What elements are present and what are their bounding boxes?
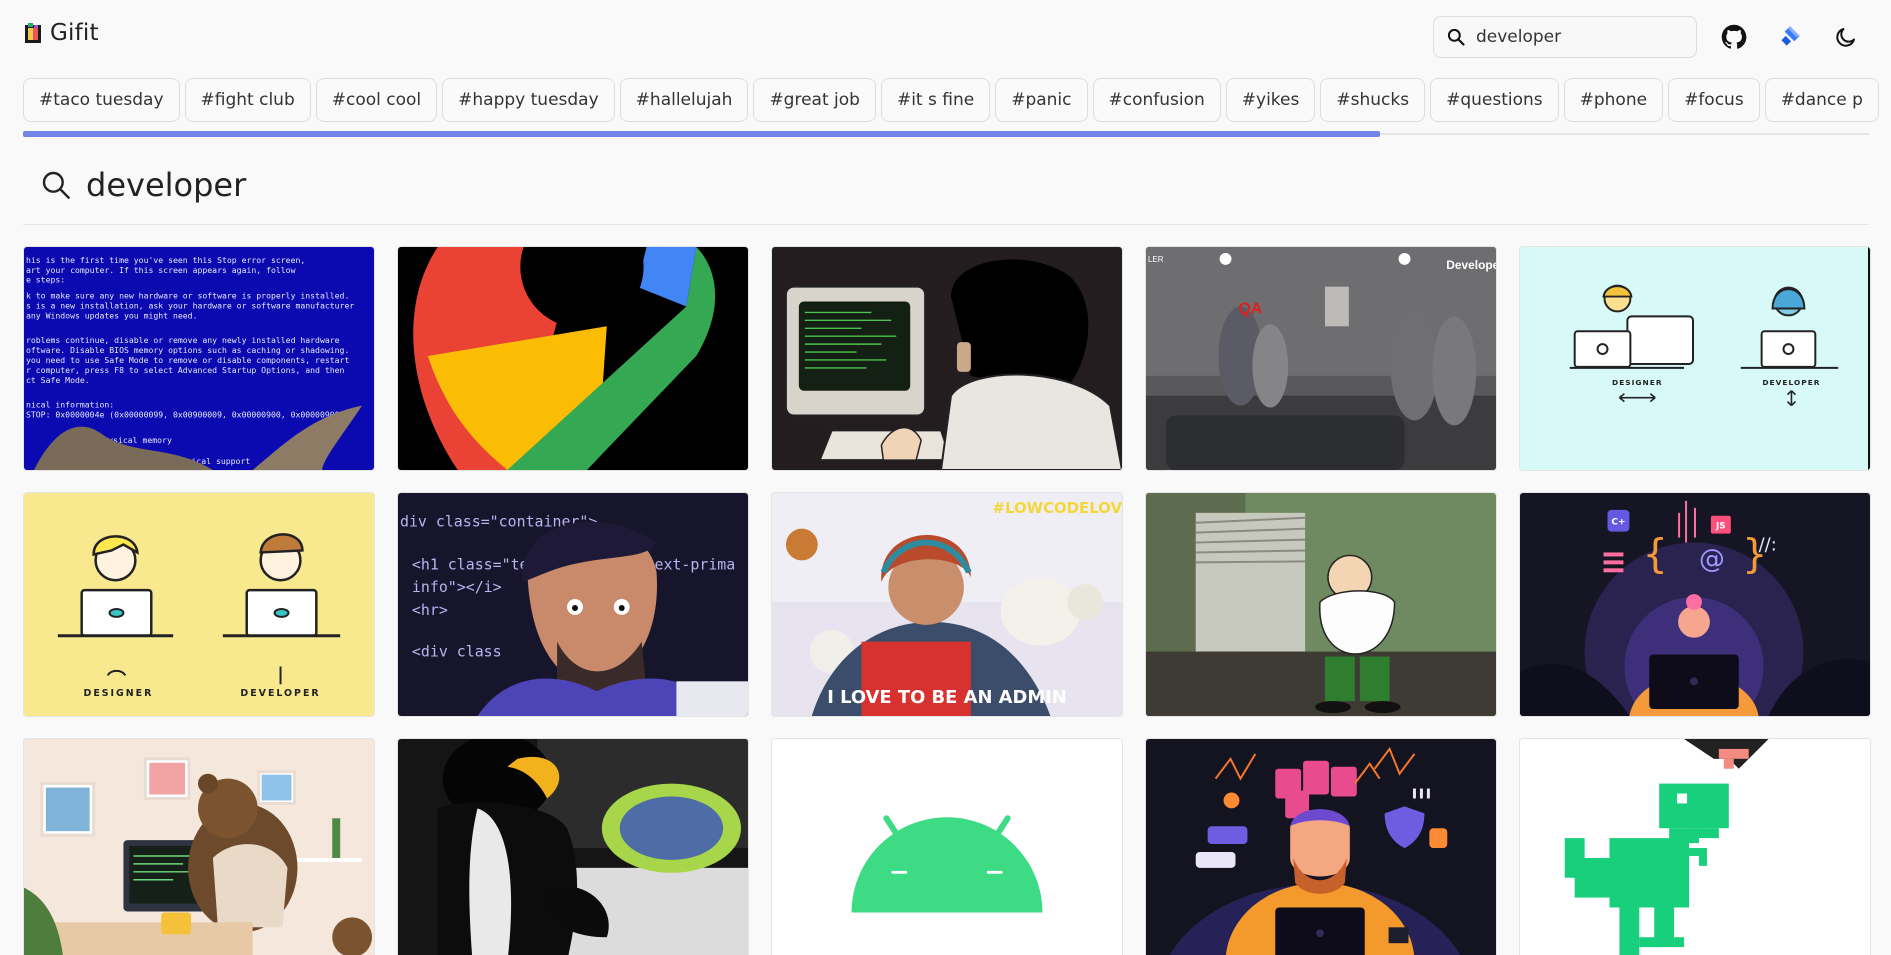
designer-label: DESIGNER	[84, 688, 154, 699]
gif-bear-coding[interactable]	[23, 738, 375, 955]
top-bar: Gifit	[0, 0, 1891, 72]
comment-label: //:	[1759, 535, 1777, 556]
gif-google-maps-pin[interactable]	[397, 246, 749, 471]
at-sign-label: @	[1699, 544, 1725, 574]
tag-chip[interactable]: #confusion	[1092, 78, 1221, 122]
gif-love-to-be-an-admin[interactable]: #LOWCODELOV I LOVE TO BE AN ADMIN	[771, 492, 1123, 717]
tag-chip[interactable]: #hallelujah	[619, 78, 749, 122]
search-input[interactable]	[1476, 27, 1686, 47]
results-heading-text: developer	[86, 166, 247, 204]
search-icon	[1447, 28, 1465, 46]
tag-chip[interactable]: #dance p	[1764, 78, 1879, 122]
divider	[23, 224, 1869, 225]
gif-blue-screen-error[interactable]: his is the first time you've seen this S…	[23, 246, 375, 471]
gif-chrome-dino[interactable]	[1519, 738, 1871, 955]
developer-label: DEVELOPER	[1762, 378, 1820, 387]
tag-chip[interactable]: #yikes	[1225, 78, 1316, 122]
gif-qa-vs-developer[interactable]: QA Develope LER	[1145, 246, 1497, 471]
loading-progress	[23, 131, 1869, 137]
loading-progress-fill	[23, 131, 1380, 137]
gifit-logo-icon	[25, 23, 41, 43]
developer-label: DEVELOPER	[240, 688, 320, 699]
gif-grid: his is the first time you've seen this S…	[23, 246, 1871, 955]
app-title: Gifit	[50, 20, 99, 46]
code-line: info"></i>	[412, 578, 502, 596]
brand[interactable]: Gifit	[24, 20, 99, 46]
bsod-line: STOP: 0x0000004e (0x00000099, 0x00900009…	[26, 409, 344, 419]
bsod-line: oftware. Disable BIOS memory options suc…	[26, 345, 349, 355]
bsod-line: ct Safe Mode.	[26, 375, 90, 385]
gif-retro-computer-coder[interactable]	[771, 246, 1123, 471]
bsod-line: s is a new installation, ask your hardwa…	[26, 300, 354, 310]
hashtag-label: #LOWCODELOV	[993, 499, 1122, 517]
brace-left-label: {	[1643, 531, 1667, 577]
code-line: <h1 class="te	[412, 555, 529, 573]
qa-label: QA	[1238, 300, 1262, 317]
bsod-line: his is the first time you've seen this S…	[26, 255, 305, 265]
caption-label: I LOVE TO BE AN ADMIN	[827, 687, 1067, 708]
bsod-line: any Windows updates you might need.	[26, 310, 197, 320]
bsod-line: you need to use Safe Mode to remove or d…	[26, 355, 349, 365]
search-icon	[42, 171, 70, 199]
tag-chip[interactable]: #it s fine	[880, 78, 991, 122]
gif-penguin-keyboard[interactable]	[397, 738, 749, 955]
bsod-line: art your computer. If this screen appear…	[26, 265, 296, 275]
bsod-line: k to make sure any new hardware or softw…	[26, 291, 349, 301]
tag-chip[interactable]: #taco tuesday	[23, 78, 180, 122]
code-line: <div class	[412, 643, 502, 661]
gif-peter-griffin-window[interactable]	[1145, 492, 1497, 717]
watermark-label: LER	[1148, 255, 1164, 264]
gif-tool-icon[interactable]	[1775, 22, 1805, 52]
tag-chip[interactable]: #questions	[1430, 78, 1559, 122]
tag-chip[interactable]: #great job	[753, 78, 876, 122]
trending-tags: #taco tuesday #fight club #cool cool #happy…	[23, 78, 1891, 122]
search-box[interactable]	[1433, 16, 1697, 58]
developer-label: Develope	[1446, 258, 1496, 272]
moon-icon[interactable]	[1831, 22, 1861, 52]
designer-label: DESIGNER	[1612, 378, 1663, 387]
code-line: ext-prima	[655, 555, 736, 573]
code-line: <hr>	[412, 601, 448, 619]
gif-html-code-cartoon[interactable]: div class="container"> <h1 class="te ext…	[397, 492, 749, 717]
tag-chip[interactable]: #cool cool	[315, 78, 438, 122]
tag-chip[interactable]: #panic	[995, 78, 1088, 122]
tag-chip[interactable]: #fight club	[184, 78, 311, 122]
tag-chip[interactable]: #phone	[1563, 78, 1664, 122]
gif-security-developer[interactable]	[1145, 738, 1497, 955]
cpp-label: C+	[1611, 518, 1625, 528]
gif-coder-neon-symbols[interactable]: C+ JS { } @ //:	[1519, 492, 1871, 717]
tag-chip[interactable]: #focus	[1668, 78, 1760, 122]
gif-designer-developer-yellow[interactable]: DESIGNER DEVELOPER	[23, 492, 375, 717]
results-heading: developer	[40, 166, 246, 204]
bsod-line: e steps:	[26, 275, 65, 285]
bsod-line: r computer, press F8 to select Advanced …	[26, 365, 345, 375]
tag-chip[interactable]: #happy tuesday	[442, 78, 615, 122]
js-label: JS	[1715, 522, 1726, 532]
gif-android-logo[interactable]	[771, 738, 1123, 955]
bsod-line: nical information:	[26, 400, 114, 410]
github-icon[interactable]	[1719, 22, 1749, 52]
tag-chip[interactable]: #shucks	[1320, 78, 1426, 122]
gif-designer-developer-cyan[interactable]: DESIGNER DEVELOPER	[1519, 246, 1871, 471]
bsod-line: roblems continue, disable or remove any …	[26, 335, 340, 345]
